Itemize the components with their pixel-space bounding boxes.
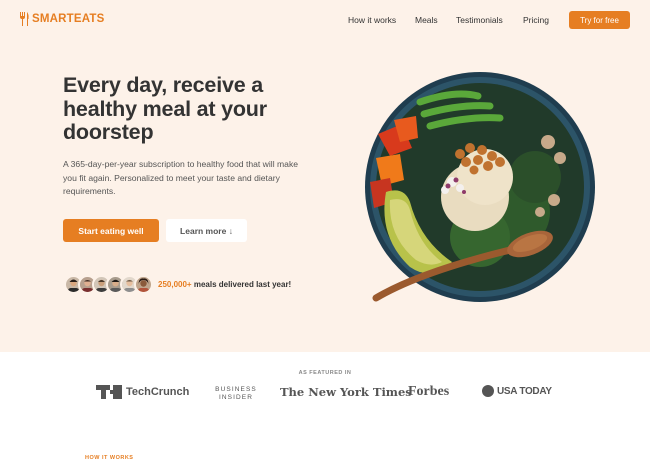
usa-today-text: USA TODAY: [497, 385, 552, 397]
techcrunch-logo: TechCrunch: [96, 385, 189, 399]
brand-logo[interactable]: SMARTEATS: [19, 12, 105, 26]
nav-pricing[interactable]: Pricing: [523, 15, 549, 25]
nyt-logo: The New York Times: [280, 385, 412, 399]
hero-description: A 365-day-per-year subscription to healt…: [63, 159, 299, 196]
usa-today-dot-icon: [482, 385, 494, 397]
delivered-count: 250,000+: [158, 280, 192, 289]
techcrunch-mark-icon: [96, 385, 122, 399]
learn-more-button[interactable]: Learn more ↓: [166, 219, 247, 242]
nav-how-it-works[interactable]: How it works: [348, 15, 396, 25]
usa-today-logo: USA TODAY: [482, 385, 552, 397]
meals-delivered-stat: 250,000+ meals delivered last year!: [158, 280, 291, 289]
start-eating-button[interactable]: Start eating well: [63, 219, 159, 242]
featured-label: AS FEATURED IN: [298, 370, 352, 376]
brand-name: SMARTEATS: [32, 13, 105, 25]
avatar: [134, 275, 153, 294]
forbes-logo: Forbes: [408, 384, 450, 399]
hero-headline: Every day, receive a healthy meal at you…: [63, 73, 267, 144]
food-bowl-image: [365, 72, 595, 302]
techcrunch-text: TechCrunch: [126, 386, 190, 398]
business-insider-logo: BUSINESS INSIDER: [215, 386, 257, 401]
fork-knife-icon: [20, 12, 29, 26]
how-it-works-label: HOW IT WORKS: [85, 455, 134, 461]
nav-meals[interactable]: Meals: [415, 15, 438, 25]
try-for-free-button[interactable]: Try for free: [569, 11, 630, 29]
nav-testimonials[interactable]: Testimonials: [456, 15, 503, 25]
delivered-text: meals delivered last year!: [193, 280, 292, 289]
